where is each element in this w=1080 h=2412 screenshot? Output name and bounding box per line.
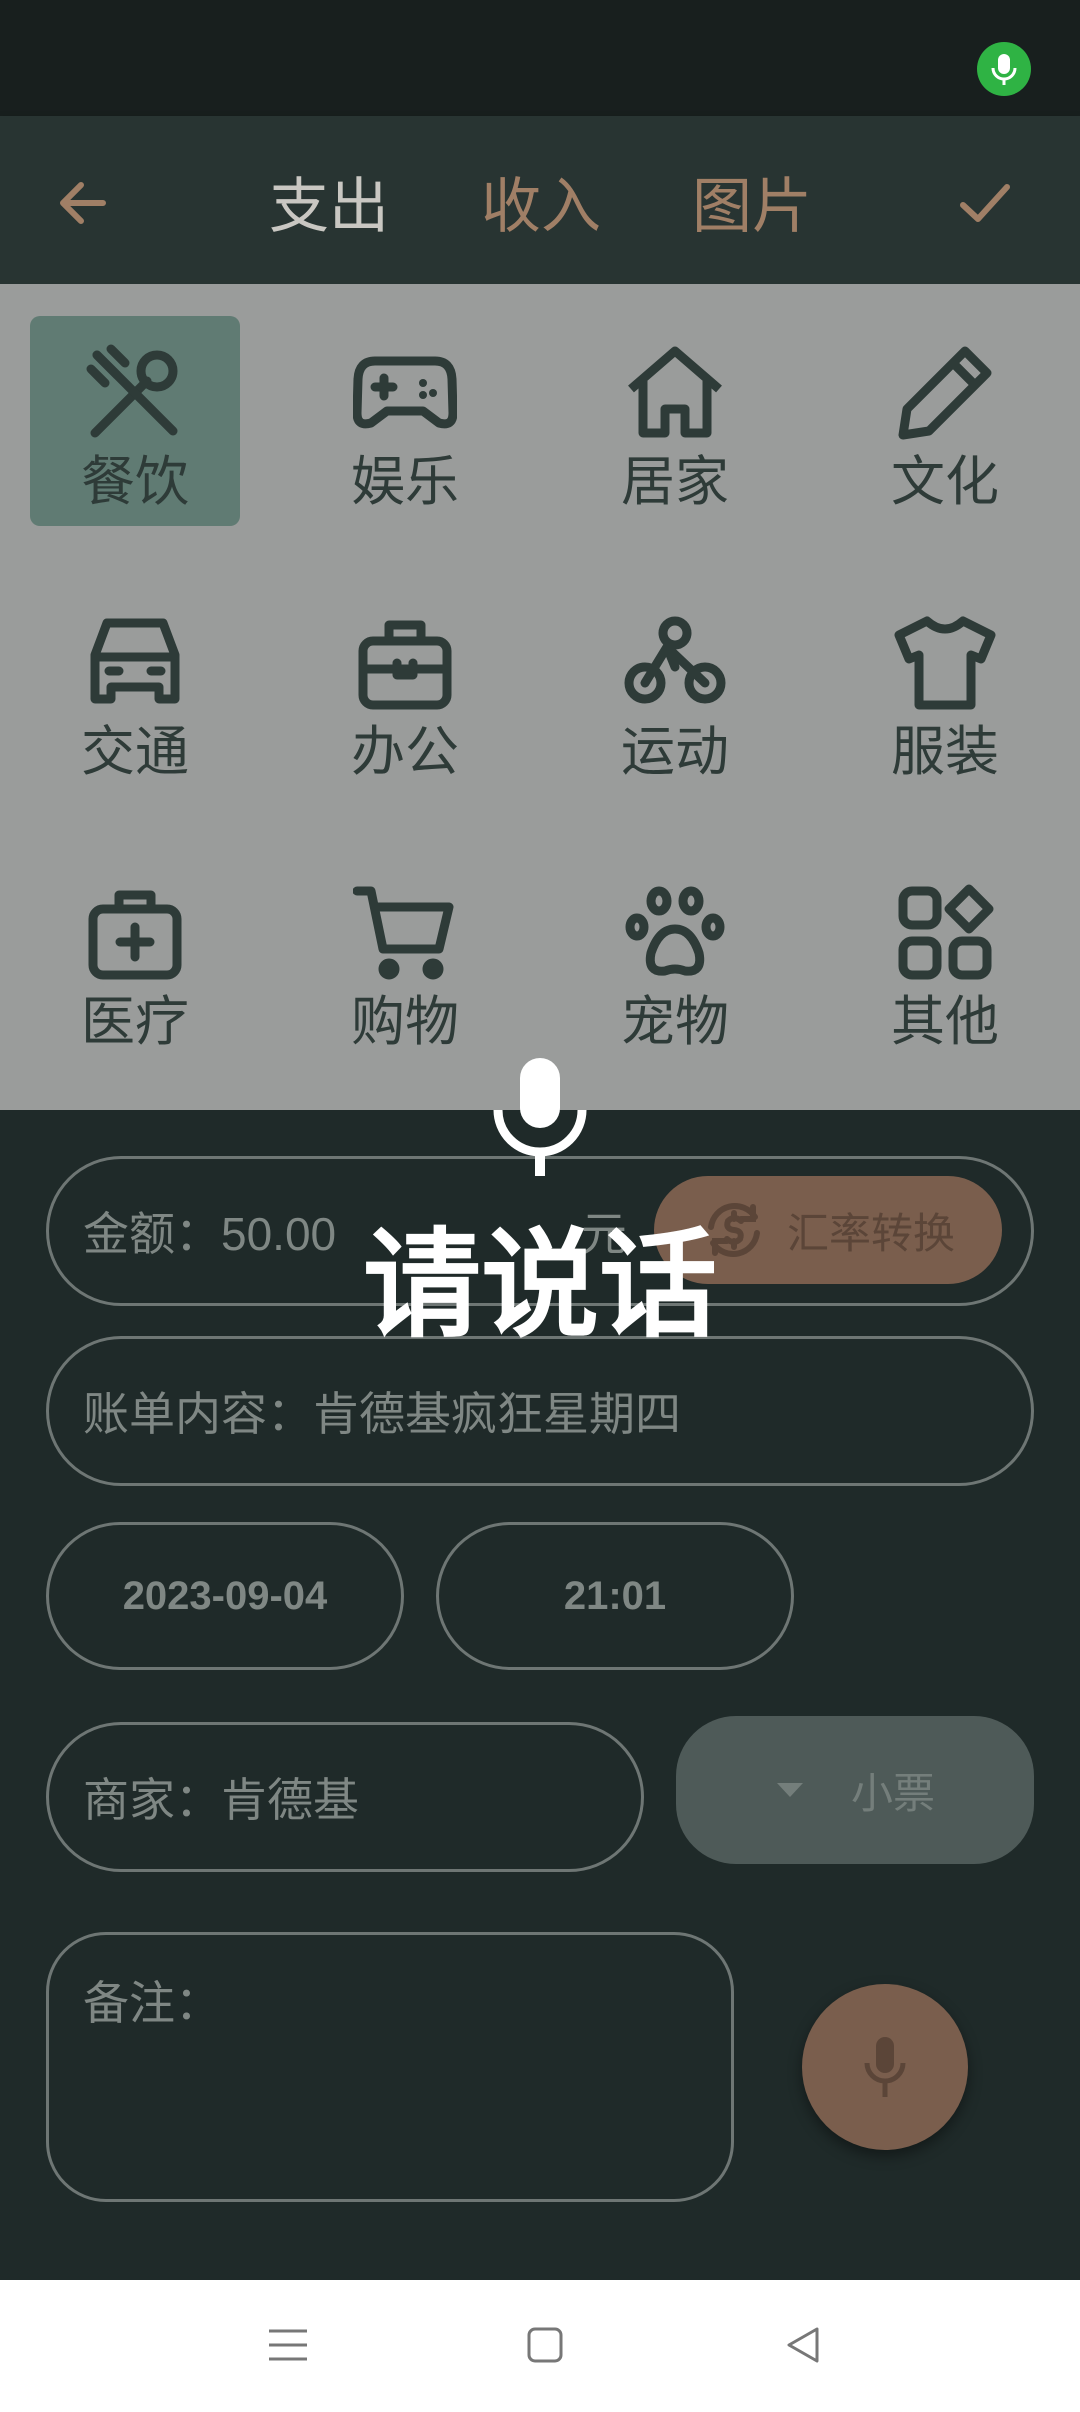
home-icon xyxy=(620,338,730,448)
mic-icon xyxy=(861,2035,909,2099)
voice-input-button[interactable] xyxy=(802,1984,968,2150)
time-field[interactable]: 21:01 xyxy=(436,1522,794,1670)
category-label: 餐饮 xyxy=(81,452,189,512)
note-field[interactable]: 备注： xyxy=(46,1932,734,2202)
category-label: 购物 xyxy=(351,992,459,1052)
check-icon[interactable] xyxy=(950,168,1020,238)
tab-image[interactable]: 图片 xyxy=(692,172,812,242)
bike-icon xyxy=(620,608,730,718)
square-icon[interactable] xyxy=(510,2310,580,2380)
category-label: 服装 xyxy=(891,722,999,782)
briefcase-icon xyxy=(350,608,460,718)
menu-icon[interactable] xyxy=(253,2310,323,2380)
gamepad-icon xyxy=(350,338,460,448)
system-nav-bar xyxy=(0,2280,1080,2412)
category-pets[interactable]: 宠物 xyxy=(570,856,780,1066)
category-medical[interactable]: 医疗 xyxy=(30,856,240,1066)
paw-icon xyxy=(620,878,730,988)
category-clothing[interactable]: 服装 xyxy=(840,586,1050,796)
utensils-icon xyxy=(80,338,190,448)
category-home[interactable]: 居家 xyxy=(570,316,780,526)
pencil-icon xyxy=(890,338,1000,448)
exchange-rate-button[interactable]: 汇率转换 xyxy=(654,1176,1002,1284)
category-other[interactable]: 其他 xyxy=(840,856,1050,1066)
amount-value: 金额：50.00 xyxy=(83,1208,337,1260)
medical-kit-icon xyxy=(80,878,190,988)
date-field[interactable]: 2023-09-04 xyxy=(46,1522,404,1670)
triangle-back-icon[interactable] xyxy=(768,2310,838,2380)
category-label: 办公 xyxy=(351,722,459,782)
category-label: 其他 xyxy=(891,992,999,1052)
category-sports[interactable]: 运动 xyxy=(570,586,780,796)
category-label: 运动 xyxy=(621,722,729,782)
status-bar xyxy=(0,0,1080,116)
currency-exchange-icon xyxy=(701,1197,767,1263)
cart-icon xyxy=(350,878,460,988)
category-label: 娱乐 xyxy=(351,452,459,512)
arrow-left-icon[interactable] xyxy=(48,168,118,238)
bill-content-field[interactable]: 账单内容：肯德基疯狂星期四 xyxy=(46,1336,1034,1486)
shirt-icon xyxy=(890,608,1000,718)
category-label: 宠物 xyxy=(621,992,729,1052)
category-label: 医疗 xyxy=(81,992,189,1052)
category-label: 交通 xyxy=(81,722,189,782)
category-dining[interactable]: 餐饮 xyxy=(30,316,240,526)
category-entertainment[interactable]: 娱乐 xyxy=(300,316,510,526)
category-transport[interactable]: 交通 xyxy=(30,586,240,796)
grid-icon xyxy=(890,878,1000,988)
category-shopping[interactable]: 购物 xyxy=(300,856,510,1066)
category-culture[interactable]: 文化 xyxy=(840,316,1050,526)
car-icon xyxy=(80,608,190,718)
category-label: 文化 xyxy=(891,452,999,512)
receipt-dropdown-button[interactable]: 小票 xyxy=(676,1716,1034,1864)
merchant-field[interactable]: 商家：肯德基 xyxy=(46,1722,644,1872)
amount-unit: 元 xyxy=(581,1208,627,1260)
tab-income[interactable]: 收入 xyxy=(481,172,601,242)
category-grid: 餐饮 娱乐 居家 文化 交通 办公 运动 服装 医疗 购物 宠物 其他 xyxy=(0,284,1080,1110)
category-label: 居家 xyxy=(621,452,729,512)
exchange-rate-label: 汇率转换 xyxy=(786,1209,955,1257)
tab-expense[interactable]: 支出 xyxy=(269,172,389,242)
triangle-down-icon xyxy=(775,1781,805,1799)
mic-icon xyxy=(977,42,1031,96)
category-office[interactable]: 办公 xyxy=(300,586,510,796)
receipt-label: 小票 xyxy=(850,1769,935,1817)
